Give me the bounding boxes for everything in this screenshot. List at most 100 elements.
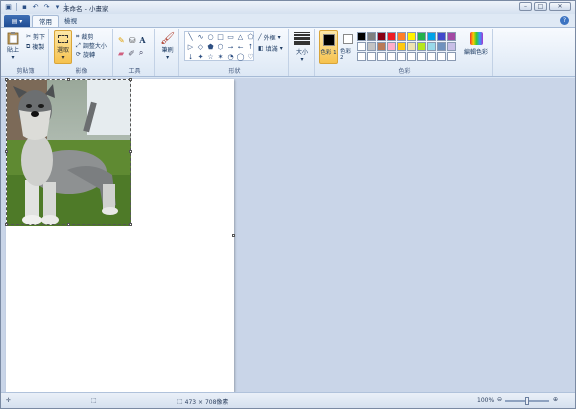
resize-handle[interactable] bbox=[5, 78, 8, 81]
color-swatch[interactable] bbox=[357, 32, 366, 41]
shape-option[interactable]: □ bbox=[216, 33, 225, 42]
color-swatch[interactable] bbox=[447, 42, 456, 51]
zoom-in-icon[interactable]: ⊕ bbox=[553, 396, 558, 403]
shape-option[interactable]: ⬠ bbox=[246, 33, 255, 42]
color-swatch[interactable] bbox=[417, 52, 426, 61]
select-button[interactable]: 選取 ▾ bbox=[54, 30, 72, 64]
shape-option[interactable]: ▷ bbox=[186, 43, 195, 52]
color-picker-icon[interactable]: ✐ bbox=[128, 49, 135, 58]
crop-button[interactable]: ⌗ 裁剪 bbox=[76, 32, 93, 42]
save-icon[interactable]: ▪ bbox=[20, 2, 29, 11]
shape-option[interactable]: ☆ bbox=[206, 53, 215, 62]
resize-handle[interactable] bbox=[67, 78, 70, 81]
shape-option[interactable]: ⭡ bbox=[246, 43, 255, 52]
color-swatch[interactable] bbox=[387, 42, 396, 51]
color-swatch[interactable] bbox=[377, 52, 386, 61]
color-swatch[interactable] bbox=[407, 42, 416, 51]
color-swatch[interactable] bbox=[407, 52, 416, 61]
color-swatch[interactable] bbox=[417, 42, 426, 51]
cut-button[interactable]: ✂ 剪下 bbox=[26, 32, 45, 41]
undo-icon[interactable]: ↶ bbox=[31, 2, 40, 11]
color-swatch[interactable] bbox=[407, 32, 416, 41]
text-icon[interactable]: A bbox=[139, 35, 145, 45]
color-swatch[interactable] bbox=[387, 32, 396, 41]
shape-option[interactable]: ◯ bbox=[236, 53, 245, 62]
eraser-icon[interactable]: ▰ bbox=[118, 49, 124, 58]
shape-option[interactable]: ♡ bbox=[246, 53, 255, 62]
paint-app-icon[interactable]: ▣ bbox=[4, 2, 13, 11]
color-swatch[interactable] bbox=[397, 42, 406, 51]
help-icon[interactable]: ? bbox=[560, 16, 569, 25]
shape-option[interactable]: ✦ bbox=[196, 53, 205, 62]
shape-option[interactable]: △ bbox=[236, 33, 245, 42]
color-swatch[interactable] bbox=[427, 32, 436, 41]
shape-option[interactable]: ✶ bbox=[216, 53, 225, 62]
redo-icon[interactable]: ↷ bbox=[42, 2, 51, 11]
color-swatch[interactable] bbox=[377, 42, 386, 51]
canvas-workspace[interactable] bbox=[1, 78, 575, 392]
color-swatch[interactable] bbox=[377, 32, 386, 41]
color-swatch[interactable] bbox=[447, 32, 456, 41]
close-button[interactable]: ✕ bbox=[549, 2, 571, 11]
shape-option[interactable]: ⬟ bbox=[206, 43, 215, 52]
rotate-button[interactable]: ⟳ 旋轉 bbox=[76, 50, 95, 59]
fill-shape-button[interactable]: ◧ 填滿 ▾ bbox=[258, 44, 283, 53]
shape-option[interactable]: ▭ bbox=[226, 33, 235, 42]
canvas-resize-handle[interactable] bbox=[232, 234, 235, 237]
color-swatch[interactable] bbox=[437, 32, 446, 41]
minimize-button[interactable]: – bbox=[519, 2, 532, 11]
brushes-button[interactable]: 🖌 筆刷 ▾ bbox=[160, 31, 175, 61]
magnifier-icon[interactable]: ⌕ bbox=[139, 48, 143, 58]
shape-option[interactable]: ⬡ bbox=[216, 43, 225, 52]
shape-option[interactable]: ∿ bbox=[196, 33, 205, 42]
shape-option[interactable]: ○ bbox=[206, 33, 215, 42]
color-swatch[interactable] bbox=[397, 52, 406, 61]
shape-option[interactable]: ⭠ bbox=[236, 43, 245, 52]
resize-handle[interactable] bbox=[5, 223, 8, 226]
color-swatch[interactable] bbox=[447, 52, 456, 61]
pencil-icon[interactable]: ✎ bbox=[118, 36, 125, 45]
color-swatch[interactable] bbox=[427, 42, 436, 51]
color-swatch[interactable] bbox=[367, 52, 376, 61]
resize-handle[interactable] bbox=[129, 223, 132, 226]
shape-option[interactable]: ⭣ bbox=[186, 53, 195, 62]
size-button[interactable]: 大小 ▾ bbox=[294, 32, 310, 63]
color-swatch[interactable] bbox=[387, 52, 396, 61]
fill-icon[interactable]: ⛁ bbox=[129, 36, 136, 45]
color-swatch[interactable] bbox=[357, 42, 366, 51]
color1-button[interactable]: 色彩 1 bbox=[319, 30, 338, 64]
color-swatch[interactable] bbox=[357, 52, 366, 61]
outline-button[interactable]: ╱ 外框 ▾ bbox=[258, 33, 281, 42]
resize-handle[interactable] bbox=[67, 223, 70, 226]
paste-button[interactable]: 貼上 ▾ bbox=[7, 31, 19, 61]
color-swatch[interactable] bbox=[437, 52, 446, 61]
selection-marquee[interactable] bbox=[5, 78, 132, 226]
tab-home[interactable]: 常用 bbox=[32, 15, 59, 27]
edit-colors-button[interactable]: 編輯色彩 bbox=[464, 32, 488, 56]
zoom-out-icon[interactable]: ⊖ bbox=[497, 396, 502, 403]
shape-option[interactable]: ⭢ bbox=[226, 43, 235, 52]
color-swatch[interactable] bbox=[367, 32, 376, 41]
resize-handle[interactable] bbox=[5, 150, 8, 153]
chevron-down-icon: ▾ bbox=[11, 54, 15, 61]
color-swatch[interactable] bbox=[427, 52, 436, 61]
shape-option[interactable]: ◇ bbox=[196, 43, 205, 52]
shape-option[interactable]: ╲ bbox=[186, 33, 195, 42]
resize-handle[interactable] bbox=[129, 78, 132, 81]
tab-view[interactable]: 檢視 bbox=[58, 15, 83, 27]
shape-option[interactable]: ◔ bbox=[226, 53, 235, 62]
resize-button[interactable]: ⤢ 調整大小 bbox=[76, 41, 107, 51]
drawing-canvas[interactable] bbox=[5, 78, 235, 392]
color-swatch[interactable] bbox=[417, 32, 426, 41]
copy-button[interactable]: ⧉ 複製 bbox=[26, 42, 44, 52]
color-swatch[interactable] bbox=[367, 42, 376, 51]
zoom-slider[interactable] bbox=[505, 397, 549, 405]
color2-button[interactable]: 色彩 2 bbox=[340, 30, 356, 64]
customize-chevron-icon[interactable]: ▾ bbox=[53, 2, 62, 11]
zoom-slider-thumb[interactable] bbox=[525, 397, 529, 405]
color-swatch[interactable] bbox=[397, 32, 406, 41]
resize-handle[interactable] bbox=[129, 150, 132, 153]
maximize-button[interactable]: □ bbox=[534, 2, 547, 11]
color-swatch[interactable] bbox=[437, 42, 446, 51]
paint-menu-button[interactable]: ▤ ▾ bbox=[4, 15, 30, 27]
